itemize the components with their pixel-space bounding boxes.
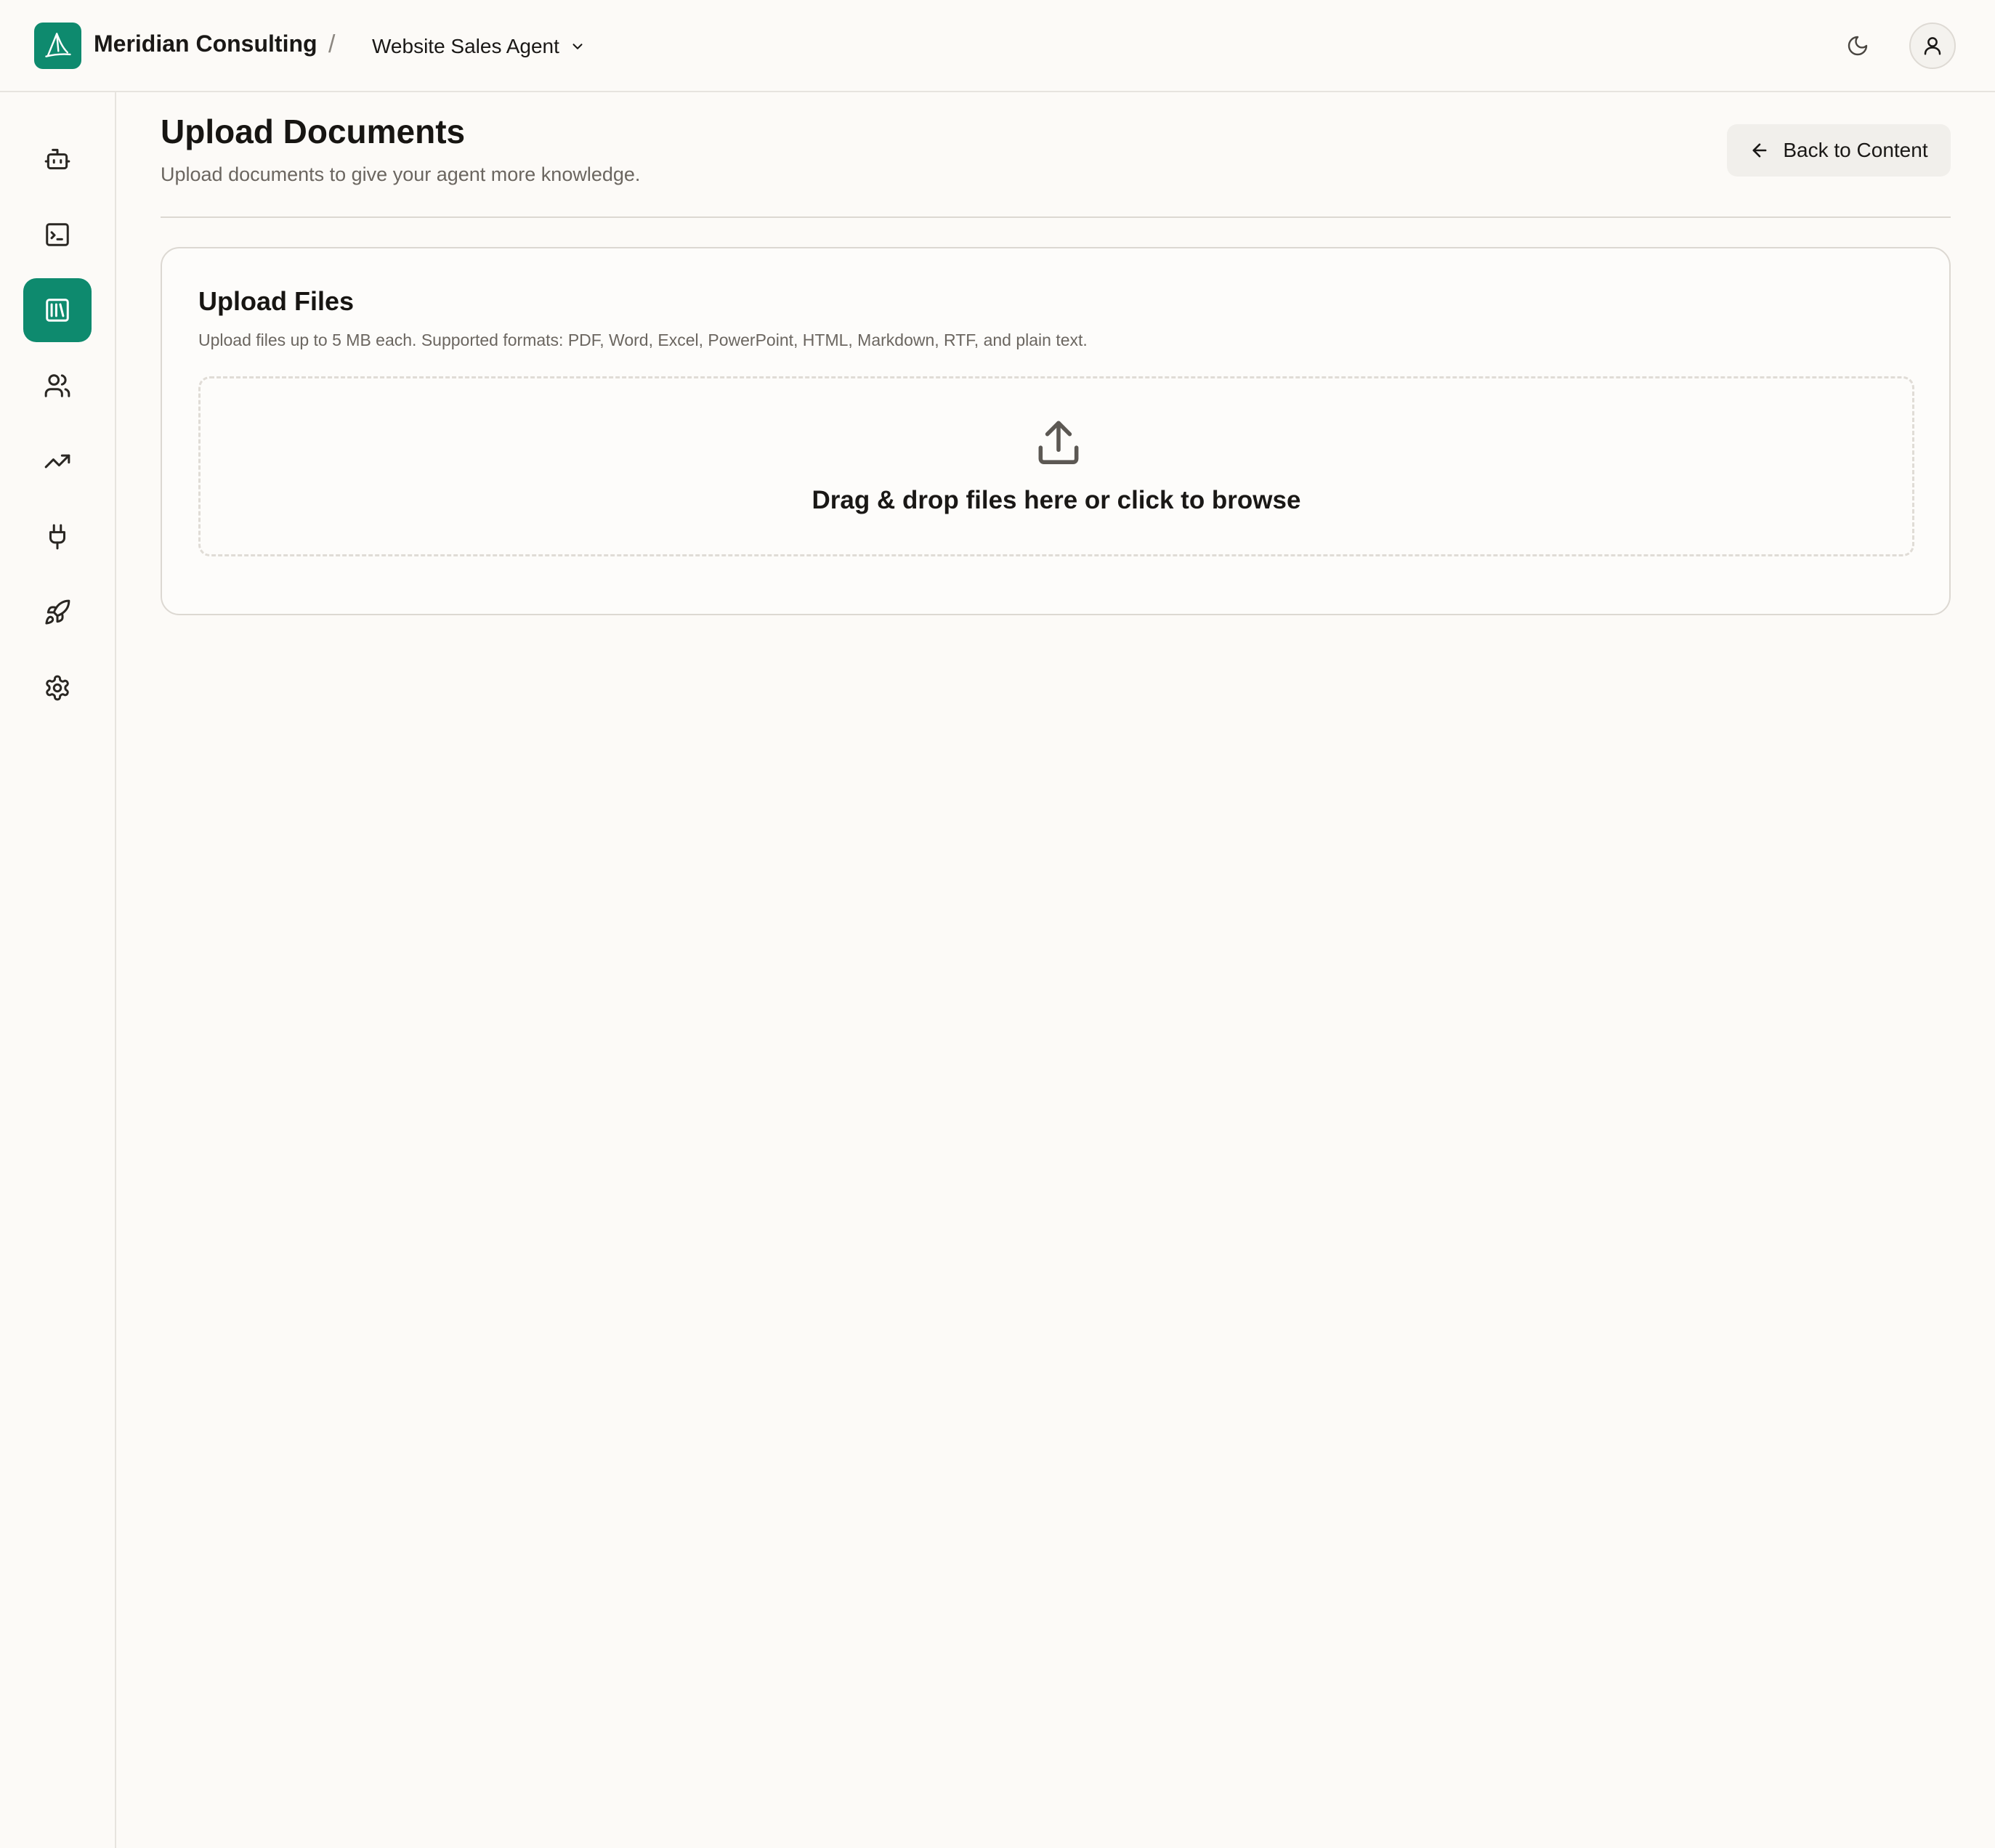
upload-icon	[1038, 421, 1079, 464]
plug-icon	[49, 524, 66, 550]
upload-files-card: Upload Files Upload files up to 5 MB eac…	[161, 247, 1951, 615]
sidebar-item-analytics[interactable]	[23, 429, 92, 493]
org-name[interactable]: Meridian Consulting	[94, 31, 317, 57]
sidebar-item-integrations[interactable]	[23, 505, 92, 569]
sidebar-item-console[interactable]	[23, 203, 92, 267]
breadcrumb-separator: /	[328, 31, 336, 58]
sidebar-item-users[interactable]	[23, 354, 92, 418]
agent-selector[interactable]: Website Sales Agent	[372, 31, 586, 62]
card-description: Upload files up to 5 MB each. Supported …	[198, 331, 1088, 349]
rocket-icon	[45, 599, 70, 625]
sidebar-item-content[interactable]	[23, 278, 92, 342]
arrow-left-icon	[1752, 143, 1767, 158]
sailboat-icon	[44, 33, 71, 57]
page-title: Upload Documents	[161, 113, 466, 150]
sidebar-item-deploy[interactable]	[23, 580, 92, 644]
settings-icon	[46, 675, 69, 701]
sidebar	[0, 92, 116, 1848]
user-icon	[1924, 37, 1941, 55]
theme-toggle-button[interactable]	[1841, 29, 1874, 62]
dropzone-text: Drag & drop files here or click to brows…	[812, 486, 1301, 514]
terminal-icon	[46, 223, 69, 246]
moon-icon	[1848, 36, 1868, 56]
library-icon	[46, 299, 69, 322]
logo[interactable]	[34, 23, 81, 69]
agent-name: Website Sales Agent	[372, 35, 559, 57]
back-button-label: Back to Content	[1783, 139, 1928, 161]
file-dropzone[interactable]: Drag & drop files here or click to brows…	[198, 376, 1914, 556]
top-bar: Meridian Consulting / Website Sales Agen…	[0, 0, 1995, 92]
bot-icon	[44, 148, 70, 170]
sidebar-item-settings[interactable]	[23, 656, 92, 720]
users-icon	[44, 374, 70, 397]
trending-up-icon	[44, 454, 70, 469]
page-subtitle: Upload documents to give your agent more…	[161, 163, 641, 185]
header-divider	[161, 216, 1951, 218]
user-menu-button[interactable]	[1909, 23, 1956, 69]
card-title: Upload Files	[198, 286, 355, 316]
back-to-content-button[interactable]: Back to Content	[1727, 124, 1951, 177]
chevron-down-icon	[572, 44, 583, 49]
sidebar-item-bot[interactable]	[23, 127, 92, 191]
